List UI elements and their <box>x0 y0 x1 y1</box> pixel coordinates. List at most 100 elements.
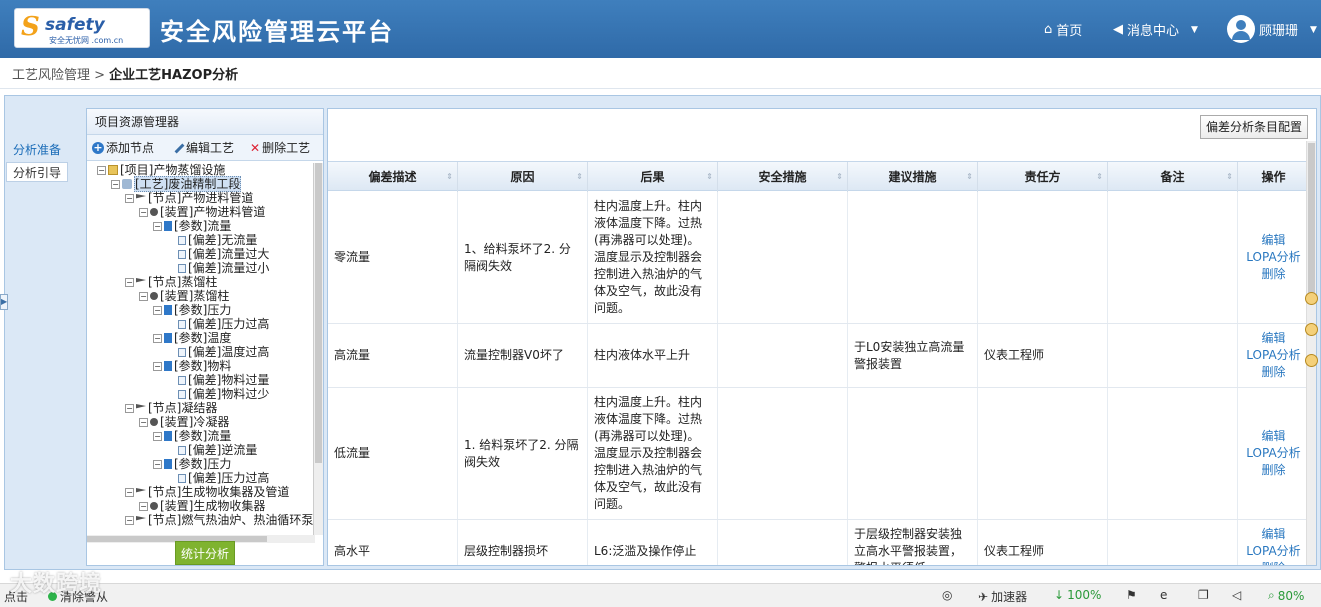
collapse-toggle-icon[interactable]: − <box>153 361 162 371</box>
tree-node[interactable]: [偏差]逆流量 <box>167 443 257 457</box>
collapse-toggle-icon[interactable]: − <box>139 291 148 301</box>
table-row[interactable]: 零流量 1、给料泵坏了2. 分隔阀失效 柱内温度上升。柱内液体温度下降。过热(再沸器… <box>328 192 1310 324</box>
sort-icon[interactable]: ⇕ <box>446 162 453 192</box>
sort-icon[interactable]: ⇕ <box>1226 162 1233 192</box>
qq-chat-icon[interactable] <box>1305 323 1318 336</box>
tree-node[interactable]: − [节点]生成物收集器及管道 <box>125 485 289 499</box>
tab-analysis-prep[interactable]: 分析准备 <box>6 140 68 160</box>
collapse-toggle-icon[interactable]: − <box>153 459 162 469</box>
tree-node[interactable]: [偏差]流量过小 <box>167 261 269 275</box>
tree-node[interactable]: − [节点]凝结器 <box>125 401 217 415</box>
deviation-config-button[interactable]: 偏差分析条目配置 <box>1199 115 1308 139</box>
ie-icon[interactable]: e <box>1160 588 1167 602</box>
column-header[interactable]: 建议措施 ⇕ <box>848 162 978 192</box>
tree-node[interactable]: [偏差]物料过量 <box>167 373 269 387</box>
tree-node[interactable]: − [参数]流量 <box>153 219 231 233</box>
table-row[interactable]: 低流量 1. 给料泵坏了2. 分隔阀失效 柱内温度上升。柱内液体温度下降。过热(再沸… <box>328 388 1310 520</box>
download-status[interactable]: ↓ 100% <box>1054 588 1101 602</box>
qq-chat-icon[interactable] <box>1305 292 1318 305</box>
collapse-toggle-icon[interactable]: − <box>125 193 134 203</box>
lopa-analysis-link[interactable]: LOPA分析 <box>1246 249 1300 266</box>
edit-row-link[interactable]: 编辑 <box>1261 428 1285 445</box>
collapse-toggle-icon[interactable]: − <box>153 333 162 343</box>
tree-node[interactable]: [偏差]物料过少 <box>167 387 269 401</box>
column-header[interactable]: 操作 <box>1238 162 1310 192</box>
collapse-toggle-icon[interactable]: − <box>97 165 106 175</box>
tree-node[interactable]: − [参数]物料 <box>153 359 231 373</box>
tree-node[interactable]: − [节点]蒸馏柱 <box>125 275 217 289</box>
collapse-toggle-icon[interactable]: − <box>125 487 134 497</box>
user-menu[interactable]: 顾珊珊 ▼ <box>1259 20 1317 39</box>
tree-node[interactable]: [偏差]无流量 <box>167 233 257 247</box>
add-node-button[interactable]: + 添加节点 <box>87 139 159 156</box>
column-header[interactable]: 后果 ⇕ <box>588 162 718 192</box>
expand-panel-arrow-icon[interactable]: ▶ <box>0 294 8 310</box>
tree-node[interactable]: − [工艺]废油精制工段 <box>111 176 242 192</box>
collapse-toggle-icon[interactable]: − <box>153 305 162 315</box>
collapse-toggle-icon[interactable]: − <box>111 179 120 189</box>
collapse-toggle-icon[interactable]: − <box>153 221 162 231</box>
accelerator-button[interactable]: ✈ 加速器 <box>978 588 1027 605</box>
table-row[interactable]: 高水平层级控制器损坏L6:泛滥及操作停止 于层级控制器安装独立高水平警报装置，警报… <box>328 520 1310 565</box>
sort-icon[interactable]: ⇕ <box>836 162 843 192</box>
collapse-toggle-icon[interactable]: − <box>125 277 134 287</box>
tree-node[interactable]: − [参数]流量 <box>153 429 231 443</box>
edit-process-button[interactable]: 编辑工艺 <box>167 139 239 156</box>
speaker-icon[interactable]: ◁ <box>1232 588 1241 602</box>
sort-icon[interactable]: ⇕ <box>706 162 713 192</box>
edit-row-link[interactable]: 编辑 <box>1261 232 1285 249</box>
lopa-analysis-link[interactable]: LOPA分析 <box>1246 543 1300 560</box>
delete-process-button[interactable]: ✕ 删除工艺 <box>245 139 315 156</box>
sort-icon[interactable]: ⇕ <box>1096 162 1103 192</box>
collapse-toggle-icon[interactable]: − <box>125 515 134 525</box>
collapse-toggle-icon[interactable]: − <box>139 207 148 217</box>
breadcrumb-parent[interactable]: 工艺风险管理 > <box>12 68 105 83</box>
site-logo[interactable]: S safety 安全无忧网 .com.cn <box>14 8 150 48</box>
flag-icon[interactable]: ⚑ <box>1126 588 1137 602</box>
delete-row-link[interactable]: 删除 <box>1261 364 1285 381</box>
tree-node[interactable]: − [参数]温度 <box>153 331 231 345</box>
column-header[interactable]: 责任方 ⇕ <box>978 162 1108 192</box>
edit-row-link[interactable]: 编辑 <box>1261 526 1285 543</box>
tree-node[interactable]: [偏差]压力过高 <box>167 471 269 485</box>
tab-analysis-guide[interactable]: 分析引导 <box>6 162 68 182</box>
tree-node[interactable]: − [项目]产物蒸馏设施 <box>97 163 225 177</box>
window-icon[interactable]: ❐ <box>1198 588 1209 602</box>
column-header[interactable]: 原因 ⇕ <box>458 162 588 192</box>
zoom-control[interactable]: ⌕ 80% <box>1268 588 1304 603</box>
tree-node[interactable]: [偏差]压力过高 <box>167 317 269 331</box>
edit-row-link[interactable]: 编辑 <box>1261 330 1285 347</box>
tree-node[interactable]: [偏差]温度过高 <box>167 345 269 359</box>
tree-node[interactable]: [偏差]流量过大 <box>167 247 269 261</box>
delete-row-link[interactable]: 删除 <box>1261 266 1285 283</box>
browser-logo-icon[interactable]: ◎ <box>942 588 952 602</box>
collapse-toggle-icon[interactable]: − <box>139 417 148 427</box>
collapse-toggle-icon[interactable]: − <box>139 501 148 511</box>
delete-row-link[interactable]: 删除 <box>1261 462 1285 479</box>
tree-node[interactable]: − [装置]生成物收集器 <box>139 499 265 513</box>
statistics-button[interactable]: 统计分析 <box>175 541 235 565</box>
column-header[interactable]: 备注 ⇕ <box>1108 162 1238 192</box>
collapse-toggle-icon[interactable]: − <box>153 431 162 441</box>
tree-node[interactable]: − [节点]产物进料管道 <box>125 191 253 205</box>
tree-node[interactable]: − [节点]燃气热油炉、热油循环泵 <box>125 513 313 527</box>
qq-chat-icon[interactable] <box>1305 354 1318 367</box>
delete-row-link[interactable]: 删除 <box>1261 560 1285 565</box>
home-link[interactable]: ⌂ 首页 <box>1044 20 1082 39</box>
user-avatar[interactable] <box>1227 15 1255 43</box>
sort-icon[interactable]: ⇕ <box>576 162 583 192</box>
table-row[interactable]: 高流量 流量控制器V0坏了 柱内液体水平上升 于L0安装独立高流量警报装置 仪表工程师 编… <box>328 324 1310 388</box>
column-header[interactable]: 安全措施 ⇕ <box>718 162 848 192</box>
tree-node[interactable]: − [装置]产物进料管道 <box>139 205 265 219</box>
tree-node[interactable]: − [装置]冷凝器 <box>139 415 229 429</box>
tree-node[interactable]: − [参数]压力 <box>153 303 231 317</box>
collapse-toggle-icon[interactable]: − <box>125 403 134 413</box>
sort-icon[interactable]: ⇕ <box>966 162 973 192</box>
column-header[interactable]: 偏差描述 ⇕ <box>328 162 458 192</box>
message-center-menu[interactable]: ◀ 消息中心 ▼ <box>1113 20 1198 39</box>
tree-vertical-scrollbar[interactable] <box>313 163 323 535</box>
lopa-analysis-link[interactable]: LOPA分析 <box>1246 445 1300 462</box>
lopa-analysis-link[interactable]: LOPA分析 <box>1246 347 1300 364</box>
tree-node[interactable]: − [参数]压力 <box>153 457 231 471</box>
tree-node[interactable]: − [装置]蒸馏柱 <box>139 289 229 303</box>
